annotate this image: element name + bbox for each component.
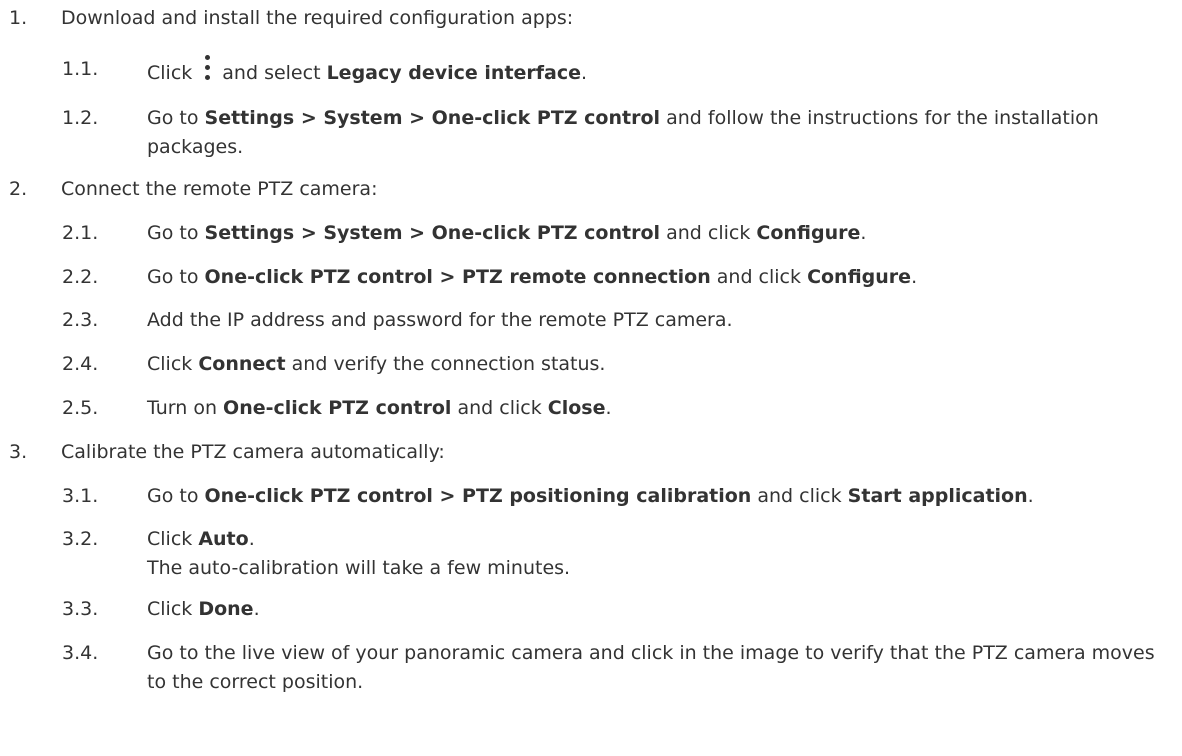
substep-text: Click and select Legacy device interface.: [147, 55, 1167, 88]
substep-number: 2.2.: [62, 266, 99, 288]
substep-text: Go to Settings > System > One-click PTZ …: [147, 222, 867, 244]
substep-text: Click Done.: [147, 598, 260, 620]
substep-text: Click Auto. The auto-calibration will tak…: [147, 528, 571, 579]
substep-number: 1.2.: [62, 107, 99, 129]
step-number: 1.: [9, 7, 28, 29]
more-vertical-icon: [202, 55, 212, 85]
step-number: 2.: [9, 178, 28, 200]
substep-text: Click Connect and verify the connection …: [147, 353, 606, 375]
step-text: Download and install the required config…: [61, 7, 574, 29]
step-text: Connect the remote PTZ camera:: [61, 178, 378, 200]
substep-number: 2.3.: [62, 309, 99, 331]
substep-number: 2.1.: [62, 222, 99, 244]
substep-text: Go to the live view of your panoramic ca…: [147, 642, 1155, 693]
substep-text: Turn on One-click PTZ control and click …: [147, 397, 612, 419]
substep-text: Add the IP address and password for the …: [147, 309, 733, 331]
step-text: Calibrate the PTZ camera automatically:: [61, 441, 445, 463]
substep-text: Go to One-click PTZ control > PTZ remote…: [147, 266, 918, 288]
substep-text: Go to Settings > System > One-click PTZ …: [147, 107, 1099, 158]
substep-text: Go to One-click PTZ control > PTZ positi…: [147, 485, 1034, 507]
substep-number: 3.2.: [62, 528, 99, 550]
substep-number: 3.3.: [62, 598, 99, 620]
substep-number: 3.4.: [62, 642, 99, 664]
substep-number: 1.1.: [62, 58, 99, 80]
step-number: 3.: [9, 441, 28, 463]
substep-number: 2.5.: [62, 397, 99, 419]
substep-number: 2.4.: [62, 353, 99, 375]
substep-number: 3.1.: [62, 485, 99, 507]
